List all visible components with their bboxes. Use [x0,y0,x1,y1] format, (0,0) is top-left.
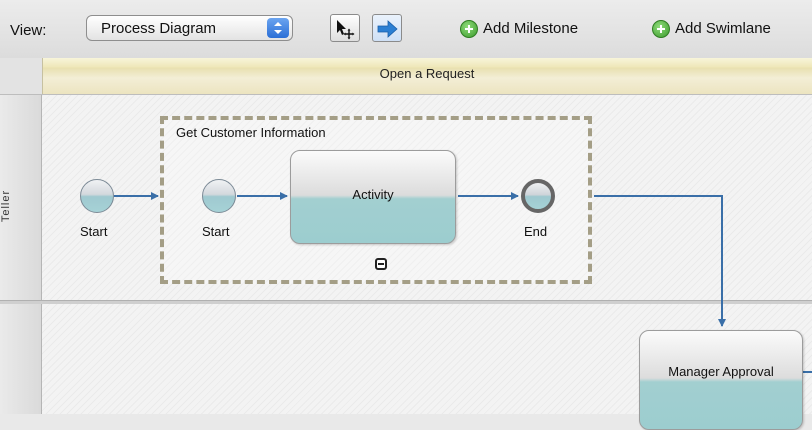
manager-approval-task[interactable]: Manager Approval [639,330,803,430]
manager-approval-label: Manager Approval [668,364,774,379]
activity-label: Activity [352,187,394,202]
subprocess-start-label: Start [202,224,230,239]
start-event[interactable] [80,179,114,213]
start-event-label: Start [80,224,108,239]
subprocess-start-event[interactable] [202,179,236,213]
end-event[interactable] [521,179,555,213]
end-event-label: End [524,224,548,239]
activity-task[interactable]: Activity [290,150,456,244]
connector-subprocess-to-approval [594,195,726,327]
